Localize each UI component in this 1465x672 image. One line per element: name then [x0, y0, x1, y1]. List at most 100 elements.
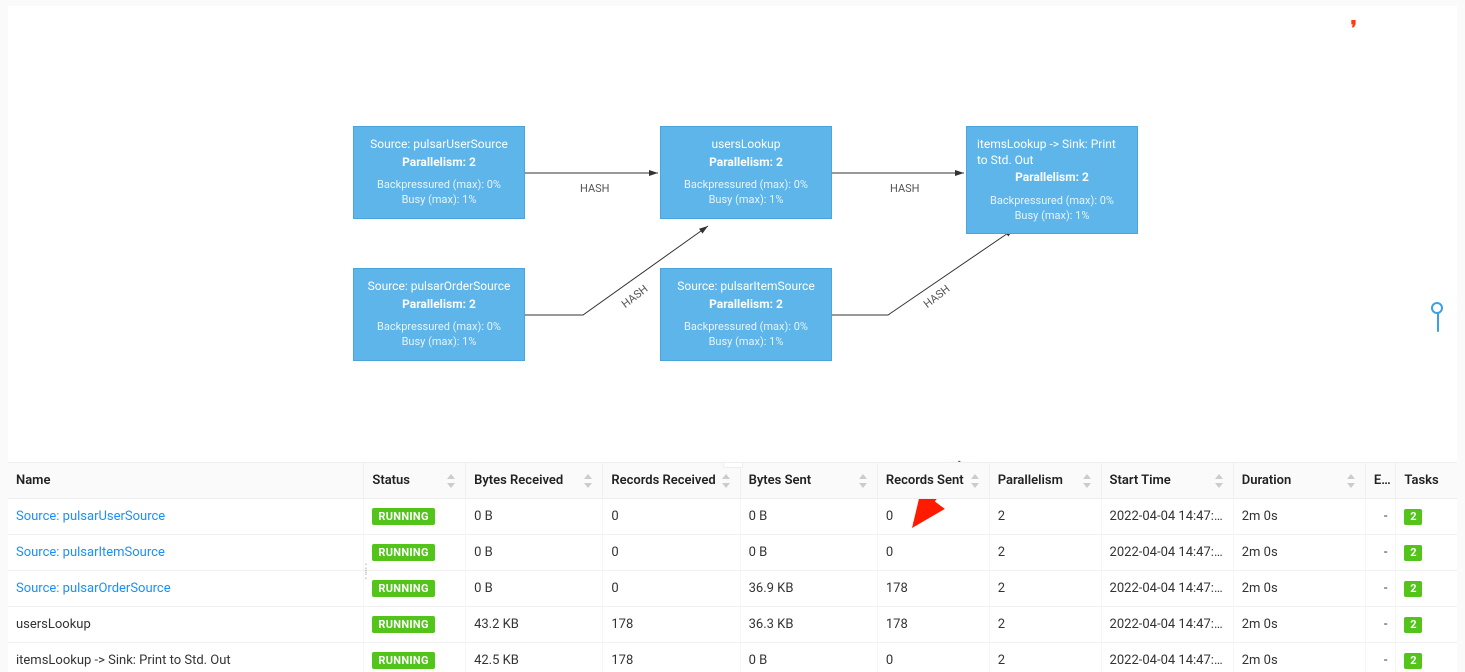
sort-icon [1215, 474, 1225, 488]
table-row[interactable]: Source: pulsarUserSource RUNNING 0 B 0 0… [8, 499, 1457, 535]
cell-bytes-received: 0 B [466, 499, 603, 535]
cell-records-sent: 0 [877, 499, 989, 535]
op-backpressure: Backpressured (max): 0% [671, 320, 821, 335]
table-header-row: Name Status Bytes Received Records Recei… [8, 463, 1457, 499]
cell-records-sent: 178 [877, 607, 989, 643]
op-title: Source: pulsarItemSource [671, 279, 821, 295]
cell-bytes-sent: 0 B [740, 643, 877, 672]
cell-bytes-sent: 0 B [740, 499, 877, 535]
sort-icon [447, 474, 457, 488]
cell-tasks: 2 [1396, 499, 1457, 535]
op-backpressure: Backpressured (max): 0% [364, 178, 514, 193]
cell-bytes-received: 0 B [466, 571, 603, 607]
table-row[interactable]: Source: pulsarItemSource RUNNING 0 B 0 0… [8, 535, 1457, 571]
sort-icon [584, 474, 594, 488]
cell-status: RUNNING [364, 571, 466, 607]
col-records-received[interactable]: Records Received [603, 463, 740, 499]
cell-duration: 2m 0s [1233, 499, 1365, 535]
op-parallelism: Parallelism: 2 [671, 297, 821, 313]
op-busy: Busy (max): 1% [671, 335, 821, 350]
cell-tasks: 2 [1396, 571, 1457, 607]
sort-icon [722, 474, 732, 488]
op-busy: Busy (max): 1% [977, 209, 1127, 224]
cell-records-received: 0 [603, 499, 740, 535]
col-parallelism[interactable]: Parallelism [989, 463, 1101, 499]
cell-bytes-received: 0 B [466, 535, 603, 571]
op-parallelism: Parallelism: 2 [977, 170, 1127, 186]
op-node-users-lookup[interactable]: usersLookup Parallelism: 2 Backpressured… [660, 126, 832, 219]
sort-icon [971, 474, 981, 488]
cell-bytes-sent: 36.9 KB [740, 571, 877, 607]
table-row[interactable]: usersLookup RUNNING 43.2 KB 178 36.3 KB … [8, 607, 1457, 643]
graph-edges-svg [8, 6, 1457, 461]
op-busy: Busy (max): 1% [671, 193, 821, 208]
column-resize-handle[interactable]: ⋮⋮ [360, 565, 368, 581]
operator-graph[interactable]: Source: pulsarUserSource Parallelism: 2 … [8, 6, 1457, 461]
cell-tasks: 2 [1396, 607, 1457, 643]
op-node-items-sink[interactable]: itemsLookup -> Sink: Print to Std. Out P… [966, 126, 1138, 234]
col-status[interactable]: Status [364, 463, 466, 499]
cell-tasks: 2 [1396, 535, 1457, 571]
operators-table: ⋯ Name Sta [8, 462, 1457, 672]
cell-parallelism: 2 [989, 499, 1101, 535]
col-duration[interactable]: Duration [1233, 463, 1365, 499]
op-node-pulsar-item-source[interactable]: Source: pulsarItemSource Parallelism: 2 … [660, 268, 832, 361]
cell-end: - [1365, 499, 1396, 535]
warning-icon: ❜ [1351, 16, 1357, 40]
op-node-pulsar-order-source[interactable]: Source: pulsarOrderSource Parallelism: 2… [353, 268, 525, 361]
cell-name[interactable]: itemsLookup -> Sink: Print to Std. Out [8, 643, 364, 672]
cell-bytes-sent: 0 B [740, 535, 877, 571]
edge-label-hash: HASH [921, 282, 952, 310]
op-parallelism: Parallelism: 2 [671, 155, 821, 171]
cell-duration: 2m 0s [1233, 607, 1365, 643]
cell-start-time: 2022-04-04 14:47:14 [1101, 499, 1233, 535]
op-backpressure: Backpressured (max): 0% [977, 194, 1127, 209]
col-tasks[interactable]: Tasks [1396, 463, 1457, 499]
edge-label-hash: HASH [580, 182, 610, 195]
op-backpressure: Backpressured (max): 0% [364, 320, 514, 335]
cell-records-received: 0 [603, 535, 740, 571]
cell-name[interactable]: Source: pulsarOrderSource [8, 571, 364, 607]
table-row[interactable]: Source: pulsarOrderSource RUNNING 0 B 0 … [8, 571, 1457, 607]
cell-name[interactable]: Source: pulsarUserSource [8, 499, 364, 535]
op-busy: Busy (max): 1% [364, 193, 514, 208]
cell-duration: 2m 0s [1233, 535, 1365, 571]
cell-parallelism: 2 [989, 607, 1101, 643]
table-row[interactable]: itemsLookup -> Sink: Print to Std. Out R… [8, 643, 1457, 672]
col-start-time[interactable]: Start Time [1101, 463, 1233, 499]
cell-start-time: 2022-04-04 14:47:14 [1101, 571, 1233, 607]
op-node-pulsar-user-source[interactable]: Source: pulsarUserSource Parallelism: 2 … [353, 126, 525, 219]
sort-icon [859, 474, 869, 488]
cell-records-sent: 0 [877, 643, 989, 672]
cell-end: - [1365, 571, 1396, 607]
cell-end: - [1365, 607, 1396, 643]
col-bytes-received[interactable]: Bytes Received [466, 463, 603, 499]
cell-name[interactable]: usersLookup [8, 607, 364, 643]
col-records-sent[interactable]: Records Sent [877, 463, 989, 499]
col-bytes-sent[interactable]: Bytes Sent [740, 463, 877, 499]
col-name[interactable]: Name [8, 463, 364, 499]
op-title: usersLookup [671, 137, 821, 153]
cell-bytes-sent: 36.3 KB [740, 607, 877, 643]
op-title: Source: pulsarUserSource [364, 137, 514, 153]
op-backpressure: Backpressured (max): 0% [671, 178, 821, 193]
zoom-slider[interactable] [1431, 302, 1445, 332]
edge-label-hash: HASH [619, 282, 650, 310]
sort-icon [1347, 474, 1357, 488]
cell-records-received: 178 [603, 643, 740, 672]
op-parallelism: Parallelism: 2 [364, 297, 514, 313]
cell-start-time: 2022-04-04 14:47:14 [1101, 535, 1233, 571]
table-resize-handle[interactable]: ⋯ [723, 462, 743, 468]
cell-duration: 2m 0s [1233, 643, 1365, 672]
op-parallelism: Parallelism: 2 [364, 155, 514, 171]
cell-start-time: 2022-04-04 14:47:14 [1101, 643, 1233, 672]
cell-start-time: 2022-04-04 14:47:14 [1101, 607, 1233, 643]
cell-duration: 2m 0s [1233, 571, 1365, 607]
edge-label-hash: HASH [890, 182, 920, 195]
cell-records-sent: 0 [877, 535, 989, 571]
cell-records-received: 0 [603, 571, 740, 607]
cell-status: RUNNING [364, 499, 466, 535]
col-end[interactable]: End [1365, 463, 1396, 499]
cell-end: - [1365, 535, 1396, 571]
cell-name[interactable]: Source: pulsarItemSource [8, 535, 364, 571]
